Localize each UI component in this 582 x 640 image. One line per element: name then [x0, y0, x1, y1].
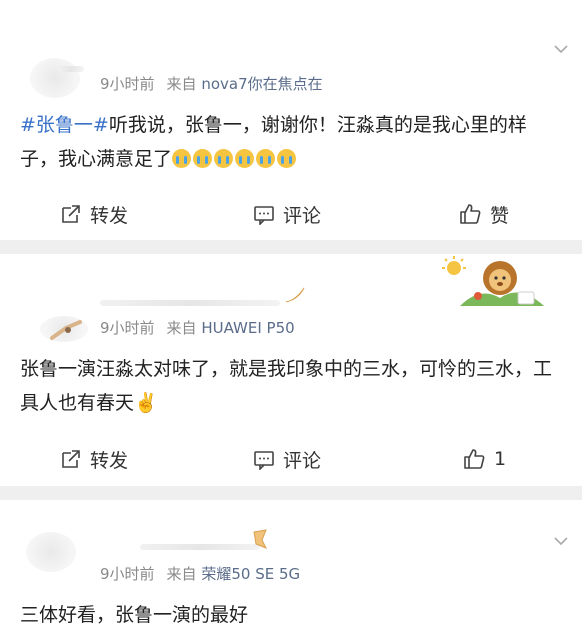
comment-button[interactable]: 评论	[253, 199, 321, 229]
comment-icon	[254, 451, 274, 470]
avatar[interactable]	[26, 532, 76, 572]
crying-emoji-icon	[214, 149, 234, 168]
comment-button[interactable]: 评论	[253, 444, 321, 474]
post-body: 张鲁一演汪淼太对味了，就是我印象中的三水，可怜的三水，工具人也有春天✌️	[20, 358, 553, 414]
repost-icon	[62, 205, 80, 223]
post-time: 9小时前	[100, 565, 155, 583]
repost-button[interactable]: 转发	[60, 444, 128, 474]
chevron-down-icon[interactable]	[554, 534, 568, 548]
post-meta: 9小时前 来自 HUAWEI P50	[100, 317, 295, 338]
lion-icon	[442, 256, 544, 306]
from-label: 来自	[166, 565, 197, 583]
from-label: 来自	[166, 75, 197, 93]
like-label: 赞	[490, 204, 510, 227]
username[interactable]	[140, 544, 260, 550]
post-meta: 9小时前 来自 荣耀50 SE 5G	[100, 563, 300, 584]
badge-icon	[253, 529, 268, 549]
post-meta: 9小时前 来自 nova7你在焦点在	[100, 73, 323, 94]
comment-label: 评论	[283, 449, 322, 472]
post-card: 9小时前 来自 荣耀50 SE 5G 三体好看，张鲁一演的最好	[0, 500, 582, 640]
post-time: 9小时前	[100, 319, 155, 337]
repost-label: 转发	[90, 204, 129, 227]
avatar-fragment-icon	[50, 320, 82, 340]
username[interactable]	[58, 66, 84, 72]
post-source[interactable]: nova7你在焦点在	[201, 75, 322, 93]
action-bar: 转发 评论 赞	[0, 199, 582, 229]
post-card: 9小时前 来自 nova7你在焦点在 #张鲁一#听我说，张鲁一，谢谢你！汪淼真的是…	[0, 0, 582, 240]
repost-button[interactable]: 转发	[60, 199, 128, 229]
post-source[interactable]: 荣耀50 SE 5G	[201, 565, 300, 583]
crying-emoji-icon	[256, 149, 276, 168]
chevron-down-icon[interactable]	[554, 42, 568, 56]
crying-emoji-icon	[172, 149, 192, 168]
comment-label: 评论	[283, 204, 322, 227]
thumbs-up-icon	[464, 449, 485, 469]
post-text: #张鲁一#听我说，张鲁一，谢谢你！汪淼真的是我心里的样子，我心满意足了	[20, 108, 562, 176]
crying-emoji-icon	[235, 149, 255, 168]
username[interactable]	[100, 300, 280, 306]
thumbs-up-icon	[460, 204, 481, 224]
action-bar: 转发 评论 1	[0, 444, 582, 474]
like-button[interactable]: 1	[462, 444, 506, 474]
crying-emoji-icon	[193, 149, 213, 168]
crying-emoji-icon	[277, 149, 297, 168]
hashtag-link[interactable]: #张鲁一#	[20, 114, 109, 136]
post-time: 9小时前	[100, 75, 155, 93]
badge-icon	[285, 287, 305, 303]
post-body: 三体好看，张鲁一演的最好	[20, 604, 249, 626]
emoji-row	[172, 149, 297, 168]
avatar[interactable]	[30, 58, 80, 98]
from-label: 来自	[166, 319, 197, 337]
post-source[interactable]: HUAWEI P50	[201, 319, 294, 337]
like-button[interactable]: 赞	[458, 199, 509, 229]
repost-label: 转发	[90, 449, 129, 472]
post-card: 9小时前 来自 HUAWEI P50 张鲁一演汪淼太对味了，就是我印象中的三水，可…	[0, 254, 582, 486]
repost-icon	[62, 450, 80, 468]
lion-sticker-decoration	[440, 256, 548, 308]
like-count: 1	[494, 448, 507, 470]
post-text: 三体好看，张鲁一演的最好	[20, 598, 562, 632]
post-text: 张鲁一演汪淼太对味了，就是我印象中的三水，可怜的三水，工具人也有春天✌️	[20, 352, 562, 420]
comment-icon	[254, 206, 274, 225]
